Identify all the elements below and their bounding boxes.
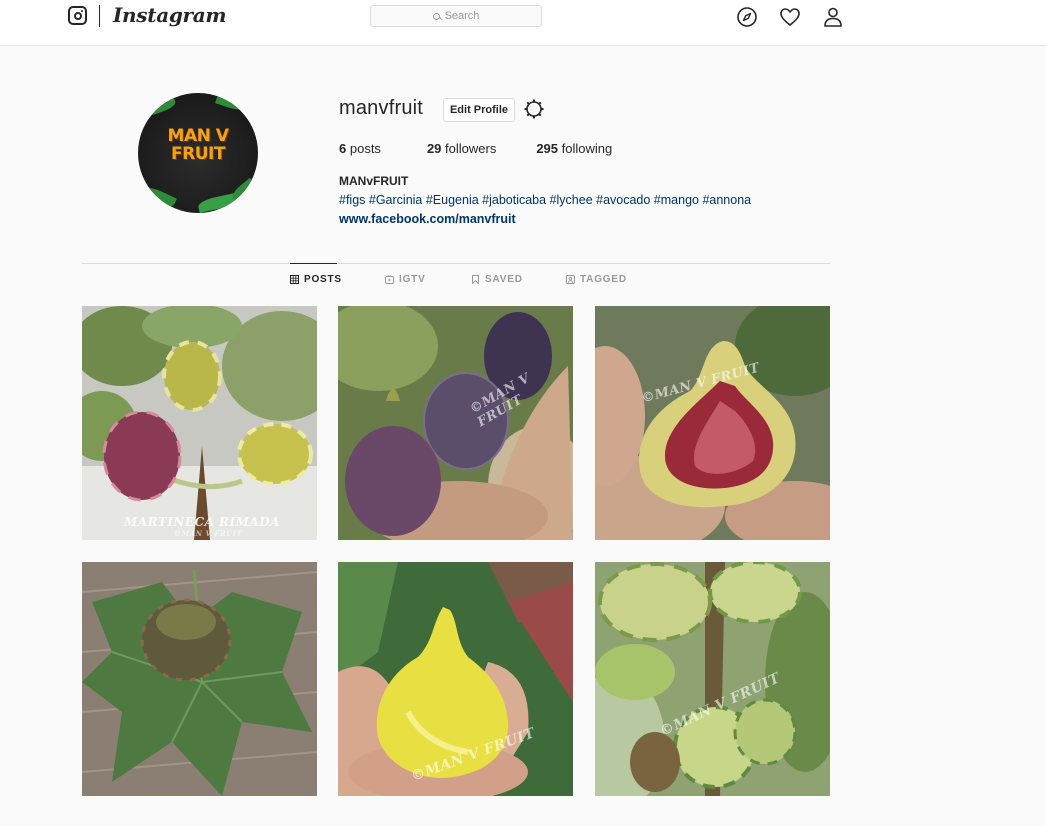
tagged-person-icon	[566, 274, 575, 284]
posts-count: 6 posts	[339, 141, 381, 156]
post-watermark: MARTINECA RIMADA	[124, 515, 280, 529]
avatar-logo-line: FRUIT	[171, 144, 225, 164]
following-count-value: 295	[536, 141, 559, 156]
profile-website-link[interactable]: www.facebook.com/manvfruit	[339, 212, 516, 226]
avatar-leaf	[229, 177, 257, 203]
followers-label: followers	[445, 141, 497, 156]
profile-full-name: MANvFRUIT	[339, 174, 409, 188]
instagram-icon[interactable]	[68, 6, 87, 25]
tab-saved-label: SAVED	[485, 273, 523, 285]
profile-username: manvfruit	[339, 97, 424, 119]
bookmark-icon	[471, 274, 480, 284]
post-image	[595, 562, 830, 796]
avatar-logo: MAN V FRUIT	[138, 127, 258, 163]
tab-saved[interactable]: SAVED	[471, 263, 523, 295]
tabs-divider	[82, 263, 830, 264]
tab-tagged-label: TAGGED	[580, 273, 627, 285]
explore-icon[interactable]	[736, 6, 758, 28]
post-thumbnail[interactable]: ©MAN V FRUIT	[595, 562, 830, 796]
post-thumbnail[interactable]	[82, 562, 317, 796]
post-thumbnail[interactable]: ©MAN V FRUIT	[338, 562, 573, 796]
post-thumbnail[interactable]: ©MAN V FRUIT	[338, 306, 573, 540]
profile-stats: 6 posts 29 followers 295 following	[339, 141, 636, 156]
followers-link[interactable]: 29 followers	[427, 141, 496, 156]
avatar-leaf	[149, 96, 177, 116]
post-image	[82, 562, 317, 796]
settings-gear-icon[interactable]	[523, 98, 545, 120]
post-thumbnail[interactable]: MARTINECA RIMADA ©MAN V FRUIT	[82, 306, 317, 540]
tab-posts-label: POSTS	[304, 274, 342, 285]
tab-igtv[interactable]: IGTV	[385, 263, 426, 295]
profile-icon[interactable]	[822, 6, 844, 28]
avatar-leaf	[141, 184, 177, 210]
igtv-icon	[385, 274, 394, 284]
followers-count-value: 29	[426, 141, 442, 156]
posts-count-value: 6	[339, 141, 347, 156]
edit-profile-button[interactable]: Edit Profile	[443, 98, 515, 122]
post-watermark-sub: ©MAN V FRUIT	[174, 529, 243, 538]
heart-icon[interactable]	[779, 6, 801, 28]
tab-igtv-label: IGTV	[399, 273, 426, 285]
post-image	[338, 306, 573, 540]
grid-icon	[290, 275, 299, 284]
post-image	[595, 306, 830, 540]
post-image	[82, 306, 317, 540]
avatar-leaf	[197, 193, 237, 213]
post-thumbnail[interactable]: ©MAN V FRUIT	[595, 306, 830, 540]
avatar-logo-line: MAN V	[167, 126, 229, 146]
following-label: following	[561, 141, 613, 156]
posts-count-label: posts	[349, 141, 381, 156]
logo-divider	[99, 5, 100, 27]
following-link[interactable]: 295 following	[536, 141, 612, 156]
tab-tagged[interactable]: TAGGED	[566, 263, 627, 295]
profile-bio-hashtags[interactable]: #figs #Garcinia #Eugenia #jaboticaba #ly…	[339, 193, 751, 207]
search-input[interactable]: Search	[370, 5, 542, 27]
instagram-wordmark[interactable]: Instagram	[113, 3, 227, 27]
top-nav-bar: Instagram Search	[0, 0, 1046, 46]
avatar-leaf	[215, 93, 247, 113]
profile-avatar[interactable]: MAN V FRUIT	[138, 93, 258, 213]
tab-posts[interactable]: POSTS	[290, 263, 341, 295]
